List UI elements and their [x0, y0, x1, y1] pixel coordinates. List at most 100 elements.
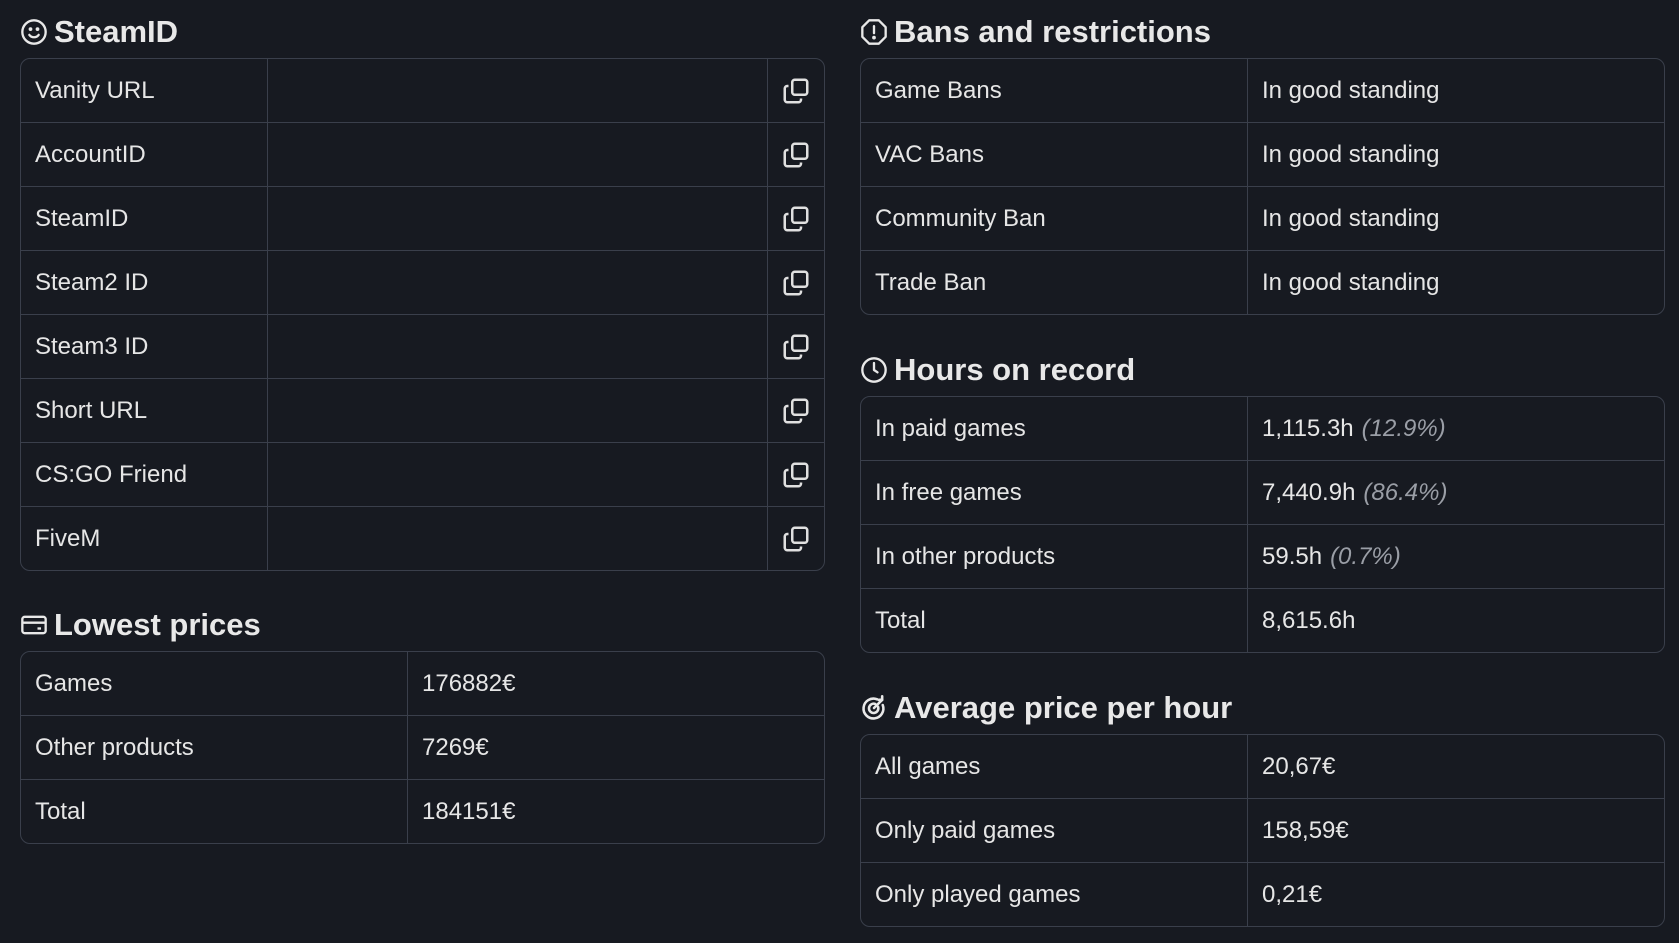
- hours-title: Hours on record: [894, 352, 1136, 387]
- row-value[interactable]: [267, 187, 767, 250]
- row-value[interactable]: [267, 251, 767, 314]
- target-icon: [862, 695, 885, 720]
- bans-section: Bans and restrictions Game Bans In good …: [860, 12, 1665, 315]
- copy-button[interactable]: [767, 379, 824, 442]
- steamid-heading: SteamID: [20, 12, 825, 52]
- row-value[interactable]: [267, 507, 767, 570]
- table-row: Game Bans In good standing: [861, 59, 1664, 122]
- row-value: 1,115.3h (12.9%): [1247, 397, 1664, 460]
- copy-icon: [783, 270, 809, 295]
- smiley-icon: [21, 19, 47, 45]
- row-label: In paid games: [875, 414, 1026, 442]
- avg-price-heading: Average price per hour: [860, 688, 1665, 728]
- table-row: Total 184151€: [21, 779, 824, 843]
- table-row: Only played games 0,21€: [861, 862, 1664, 926]
- table-row: Trade Ban In good standing: [861, 250, 1664, 314]
- copy-button[interactable]: [767, 59, 824, 122]
- copy-icon: [783, 462, 809, 487]
- row-label: Total: [875, 606, 926, 634]
- hours-value: 8,615.6h: [1262, 606, 1356, 634]
- row-value: In good standing: [1247, 59, 1664, 122]
- row-value[interactable]: [267, 443, 767, 506]
- avg-price-title: Average price per hour: [894, 690, 1233, 725]
- avg-price-table: All games 20,67€ Only paid games 158,59€…: [860, 734, 1665, 927]
- hours-table: In paid games 1,115.3h (12.9%) In free ga…: [860, 396, 1665, 653]
- row-value: 176882€: [407, 652, 824, 715]
- table-row: Vanity URL: [21, 59, 824, 122]
- row-value[interactable]: [267, 315, 767, 378]
- row-value[interactable]: [267, 59, 767, 122]
- hours-percent: (12.9%): [1361, 414, 1446, 442]
- hours-section: Hours on record In paid games 1,115.3h (1…: [860, 350, 1665, 653]
- hours-value: 7,440.9h: [1262, 478, 1356, 506]
- row-label: FiveM: [35, 524, 101, 552]
- row-label: SteamID: [35, 204, 129, 232]
- row-value: 7,440.9h (86.4%): [1247, 461, 1664, 524]
- table-row: Games 176882€: [21, 652, 824, 715]
- row-value: 184151€: [407, 780, 824, 843]
- copy-icon: [783, 398, 809, 423]
- hours-heading: Hours on record: [860, 350, 1665, 390]
- avg-price-section: Average price per hour All games 20,67€ …: [860, 688, 1665, 927]
- row-label: Steam2 ID: [35, 268, 149, 296]
- table-row: SteamID: [21, 186, 824, 250]
- copy-button[interactable]: [767, 315, 824, 378]
- table-row: Short URL: [21, 378, 824, 442]
- credit-card-icon: [21, 615, 47, 635]
- lowest-prices-section: Lowest prices Games 176882€ Other produc…: [20, 605, 825, 844]
- row-label: Other products: [35, 733, 194, 761]
- table-row: Total 8,615.6h: [861, 588, 1664, 652]
- copy-icon: [783, 334, 809, 359]
- copy-button[interactable]: [767, 123, 824, 186]
- row-value: In good standing: [1247, 251, 1664, 314]
- copy-button[interactable]: [767, 187, 824, 250]
- table-row: CS:GO Friend: [21, 442, 824, 506]
- lowest-prices-heading: Lowest prices: [20, 605, 825, 645]
- lowest-prices-title: Lowest prices: [54, 607, 261, 642]
- table-row: All games 20,67€: [861, 735, 1664, 798]
- bans-title: Bans and restrictions: [894, 14, 1211, 49]
- row-value: 59.5h (0.7%): [1247, 525, 1664, 588]
- row-label: AccountID: [35, 140, 146, 168]
- row-label: Only played games: [875, 880, 1081, 908]
- row-value[interactable]: [267, 123, 767, 186]
- row-value: 7269€: [407, 716, 824, 779]
- copy-icon: [783, 78, 809, 103]
- table-row: Steam2 ID: [21, 250, 824, 314]
- row-value[interactable]: [267, 379, 767, 442]
- clock-icon: [861, 357, 887, 383]
- copy-icon: [783, 206, 809, 231]
- row-label: Trade Ban: [875, 268, 987, 296]
- copy-icon: [783, 142, 809, 167]
- hours-percent: (0.7%): [1330, 542, 1401, 570]
- row-label: Short URL: [35, 396, 148, 424]
- row-label: Game Bans: [875, 76, 1002, 104]
- steamid-table: Vanity URL AccountID SteamID Steam2 ID S…: [20, 58, 825, 571]
- row-value: 8,615.6h: [1247, 589, 1664, 652]
- copy-button[interactable]: [767, 507, 824, 570]
- table-row: Other products 7269€: [21, 715, 824, 779]
- row-label: Community Ban: [875, 204, 1046, 232]
- hours-value: 59.5h: [1262, 542, 1323, 570]
- row-value: 158,59€: [1247, 799, 1664, 862]
- row-value: In good standing: [1247, 123, 1664, 186]
- table-row: Steam3 ID: [21, 314, 824, 378]
- alert-octagon-icon: [861, 19, 887, 45]
- row-label: Total: [35, 797, 86, 825]
- row-value: 0,21€: [1247, 863, 1664, 926]
- row-label: Games: [35, 669, 113, 697]
- table-row: Community Ban In good standing: [861, 186, 1664, 250]
- steamid-section: SteamID Vanity URL AccountID SteamID Ste…: [20, 12, 825, 571]
- table-row: In other products 59.5h (0.7%): [861, 524, 1664, 588]
- hours-percent: (86.4%): [1363, 478, 1448, 506]
- row-label: Steam3 ID: [35, 332, 149, 360]
- copy-button[interactable]: [767, 251, 824, 314]
- table-row: In paid games 1,115.3h (12.9%): [861, 397, 1664, 460]
- table-row: VAC Bans In good standing: [861, 122, 1664, 186]
- copy-button[interactable]: [767, 443, 824, 506]
- row-label: All games: [875, 752, 981, 780]
- copy-icon: [783, 526, 809, 551]
- bans-heading: Bans and restrictions: [860, 12, 1665, 52]
- row-value: In good standing: [1247, 187, 1664, 250]
- hours-value: 1,115.3h: [1262, 414, 1354, 442]
